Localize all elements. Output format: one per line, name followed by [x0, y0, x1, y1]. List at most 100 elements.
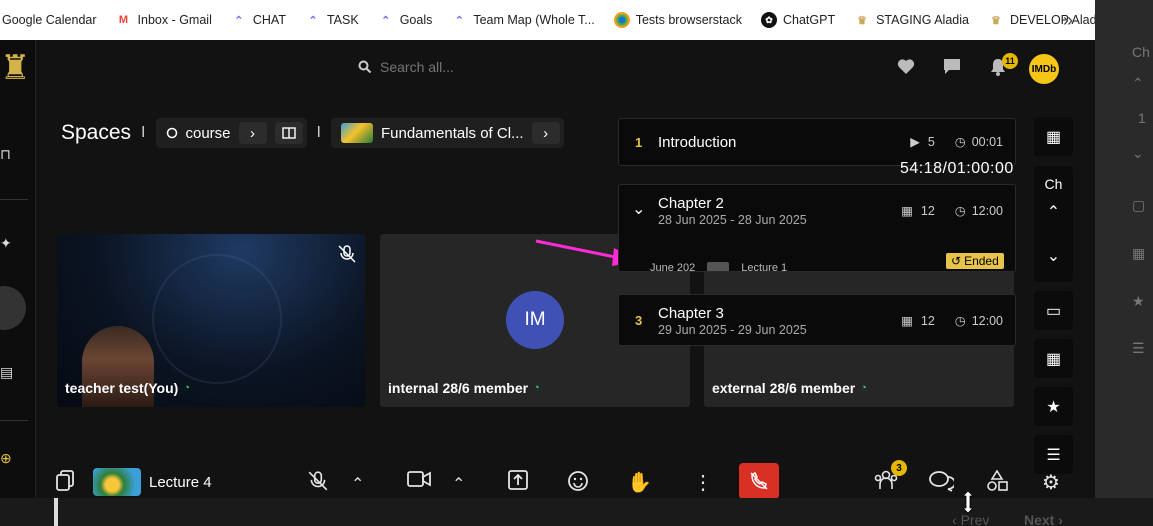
- book-icon[interactable]: ▤: [0, 364, 13, 381]
- duration: ◷ 12:00: [955, 313, 1003, 329]
- share-screen-button[interactable]: [508, 470, 528, 490]
- course-label: course: [185, 124, 231, 142]
- circle-icon: [166, 127, 177, 139]
- aladia-icon: ♛: [857, 14, 868, 27]
- lecture-title: Lecture 4: [149, 474, 212, 491]
- chapter-meta: ▶ 5 ◷ 00:01: [910, 134, 1003, 150]
- duration: ◷ 12:00: [954, 203, 1003, 219]
- more-options-icon[interactable]: ⋮: [693, 470, 713, 495]
- chevron-right-icon[interactable]: ›: [531, 122, 560, 144]
- bookmarks-bar: Google Calendar M Inbox - Gmail ⌃ CHAT ⌃ TA…: [0, 0, 1106, 40]
- bookmark-label: CHAT: [252, 13, 286, 27]
- bookmark-chat[interactable]: ⌃ CHAT: [231, 12, 286, 28]
- mic-off-button[interactable]: [307, 470, 329, 492]
- profile-avatar[interactable]: IMDb: [1029, 54, 1059, 84]
- bookmark-label: Goals: [399, 13, 433, 27]
- bookmark-develop-aladia[interactable]: ♛ DEVELOP Aladia: [988, 12, 1106, 28]
- play-icon: ▶: [910, 135, 920, 149]
- tool-icon[interactable]: ⊓: [0, 146, 11, 163]
- avatar: IM: [506, 291, 564, 349]
- emoji-button[interactable]: [567, 470, 589, 492]
- layout-icon[interactable]: [274, 122, 303, 144]
- hand-icon: ✋: [627, 472, 652, 494]
- background-logo: [152, 254, 282, 384]
- bookmark-label: Google Calendar: [2, 13, 97, 27]
- bookmark-browserstack[interactable]: Tests browserstack: [613, 12, 742, 28]
- bookmark-staging-aladia[interactable]: ♛ STAGING Aladia: [854, 12, 969, 28]
- heart-icon[interactable]: [897, 58, 915, 75]
- copy-icon[interactable]: [55, 470, 75, 492]
- history-icon: ↺: [951, 254, 962, 268]
- divider: [54, 498, 58, 526]
- chat-icon: ▢: [1132, 197, 1146, 213]
- messages-icon[interactable]: [943, 58, 961, 75]
- course-title-chip[interactable]: Fundamentals of Cl... ›: [330, 118, 564, 148]
- chevron-up-icon[interactable]: ⌃: [1034, 202, 1073, 222]
- hangup-icon: [750, 471, 768, 490]
- participant-name-text: teacher test(You): [65, 380, 179, 396]
- resize-cursor-icon: [962, 490, 974, 514]
- signal-icon: ◔: [183, 382, 190, 394]
- chapter-navigator: Ch ⌃ ⌄: [1034, 166, 1073, 282]
- signal-icon: ◔: [533, 382, 540, 394]
- participant-name-text: external 28/6 member: [712, 380, 856, 396]
- status-text: Ended: [964, 254, 999, 268]
- status-badge: ↺ Ended: [946, 253, 1004, 269]
- chevron-right-icon[interactable]: ›: [238, 122, 267, 144]
- favorite-button[interactable]: ★: [1034, 387, 1073, 426]
- logo-icon: ♜: [0, 49, 31, 87]
- bookmark-google-calendar[interactable]: Google Calendar: [2, 13, 97, 27]
- participants-count-badge: 3: [891, 460, 907, 476]
- film-icon: ▦: [1045, 128, 1062, 146]
- share-icon[interactable]: ✦: [0, 235, 12, 252]
- chapter-navigator-label: Ch: [1044, 176, 1063, 192]
- bookmark-task[interactable]: ⌃ TASK: [305, 12, 358, 28]
- search-input[interactable]: [380, 59, 680, 75]
- breadcrumb: Spaces I course › I Fundamentals of Cl..…: [61, 118, 564, 148]
- participant-name: external 28/6 member ◔: [712, 380, 867, 396]
- calendar-icon: ▦: [1132, 245, 1146, 261]
- search-bar[interactable]: [348, 52, 728, 82]
- lesson-item[interactable]: June 202 Lecture 1: [650, 262, 820, 271]
- signal-icon: ◔: [860, 382, 867, 394]
- film-button[interactable]: ▦: [1034, 117, 1073, 156]
- chapter-item[interactable]: 1 Introduction ▶ 5 ◷ 00:01: [618, 118, 1016, 166]
- bookmark-goals[interactable]: ⌃ Goals: [378, 12, 433, 28]
- add-icon[interactable]: ⊕: [0, 450, 12, 467]
- clickup-icon: ⌃: [234, 14, 244, 27]
- calendar-button[interactable]: ▦: [1034, 339, 1073, 378]
- chapter-number: 1: [635, 135, 643, 150]
- chapter-item[interactable]: 3 Chapter 3 29 Jun 2025 - 29 Jun 2025 ▦ …: [618, 294, 1016, 346]
- more-bookmarks-icon[interactable]: »: [1063, 10, 1073, 31]
- chevron-down-icon[interactable]: ⌄: [632, 199, 645, 219]
- camera-button[interactable]: [407, 470, 431, 488]
- participant-tile[interactable]: teacher test(You) ◔: [57, 234, 365, 407]
- next-button[interactable]: Next ›: [1024, 512, 1063, 526]
- bookmark-chatgpt[interactable]: ✿ ChatGPT: [760, 12, 835, 28]
- chevron-down-icon[interactable]: ⌄: [1034, 246, 1073, 266]
- chapter-title: Chapter 2: [658, 195, 724, 212]
- clickup-icon: ⌃: [381, 14, 391, 27]
- mic-options-chevron-icon[interactable]: ⌃: [351, 474, 364, 494]
- side-number-bg: 1: [1138, 110, 1146, 126]
- prev-label: Prev: [960, 512, 990, 526]
- camera-options-chevron-icon[interactable]: ⌃: [452, 474, 465, 494]
- settings-button[interactable]: ⚙: [1042, 470, 1060, 495]
- course-chip[interactable]: course ›: [155, 118, 307, 148]
- chat-button[interactable]: ▭: [1034, 291, 1073, 330]
- chapter-meta: ▦ 12 ◷ 12:00: [901, 313, 1003, 329]
- chat-bubbles-button[interactable]: [928, 470, 954, 492]
- page-title: Spaces: [61, 121, 132, 144]
- prev-button[interactable]: ‹ Prev: [952, 512, 989, 526]
- left-rail: [0, 40, 36, 498]
- chevron-up-icon: ⌃: [1132, 75, 1144, 91]
- participant-name-text: internal 28/6 member: [388, 380, 529, 396]
- raise-hand-button[interactable]: ✋: [627, 470, 652, 495]
- bookmark-gmail[interactable]: M Inbox - Gmail: [116, 12, 212, 28]
- chapter-dates: 29 Jun 2025 - 29 Jun 2025: [658, 323, 807, 337]
- star-icon: ★: [1132, 293, 1145, 309]
- shapes-button[interactable]: [986, 470, 1008, 492]
- clock-icon: ◷: [954, 204, 966, 218]
- leave-call-button[interactable]: [739, 463, 779, 499]
- bookmark-team-map[interactable]: ⌃ Team Map (Whole T...: [451, 12, 595, 28]
